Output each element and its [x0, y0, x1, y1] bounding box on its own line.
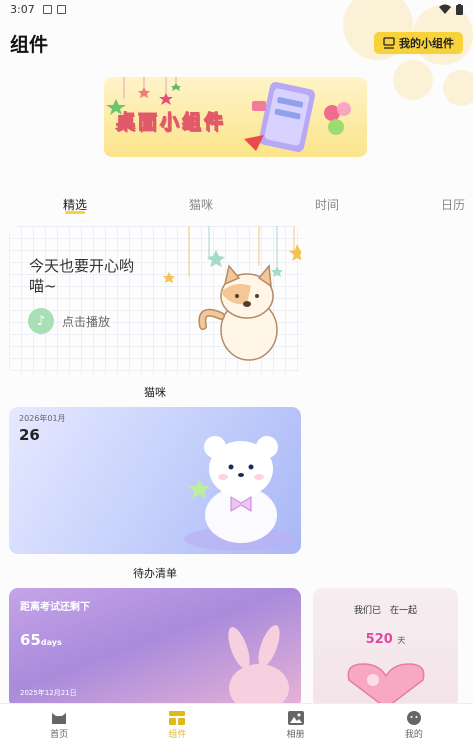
cat-widget-title: 今天也要开心哟 喵~: [29, 256, 134, 296]
app-notification-icon: [56, 4, 66, 14]
widget-box-icon: [383, 37, 395, 49]
exam-days-number: 65: [20, 631, 41, 649]
tab-calendar[interactable]: 日历: [441, 196, 465, 213]
bunny-illustration: [228, 625, 289, 708]
nav-home-label: 首页: [50, 729, 69, 740]
nav-home[interactable]: 首页: [0, 704, 118, 746]
todo-widget-card[interactable]: 2026年01月 26: [9, 407, 301, 554]
play-button[interactable]: ♪ 点击播放: [28, 308, 110, 334]
anniversary-number: 520: [365, 632, 393, 647]
exam-days-remaining: 65days: [20, 630, 62, 649]
nav-album[interactable]: 相册: [237, 704, 355, 746]
cat-face-icon: [51, 711, 67, 725]
exam-countdown-title: 距离考试还剩下: [20, 602, 90, 613]
exam-date: 2025年12月21日: [20, 689, 77, 697]
face-icon: [406, 710, 422, 725]
exam-countdown-card[interactable]: 距离考试还剩下 65days 2025年12月21日: [9, 588, 301, 708]
status-time: 3:07: [10, 2, 35, 16]
nav-album-label: 相册: [286, 729, 305, 740]
active-tab-indicator: [65, 211, 85, 214]
photo-icon: [287, 710, 304, 725]
nav-profile-label: 我的: [404, 729, 423, 740]
bottom-navigation: 首页 组件 相册 我的: [0, 703, 473, 746]
todo-widget-caption: 待办清单: [133, 567, 177, 580]
anniversary-card[interactable]: 我们已 在一起 520 天: [313, 588, 458, 708]
cat-widget-card[interactable]: 今天也要开心哟 喵~ ♪ 点击播放: [9, 226, 301, 374]
banner-text: 桌面小组件: [115, 110, 227, 133]
cat-illustration: [163, 226, 301, 361]
wifi-icon: [439, 4, 451, 14]
my-widgets-button[interactable]: 我的小组件: [374, 32, 463, 54]
heart-illustration: [347, 663, 425, 708]
todo-month: 2026年01月: [19, 414, 66, 423]
bear-illustration: [184, 436, 294, 551]
category-tabs: 精选 猫咪 时间 日历: [0, 192, 473, 218]
cat-widget-title-line2: 喵~: [29, 277, 57, 295]
nav-profile[interactable]: 我的: [355, 704, 473, 746]
todo-day: 26: [19, 426, 40, 444]
promo-banner[interactable]: 桌面小组件: [104, 77, 367, 157]
exam-days-unit: days: [40, 638, 62, 647]
status-bar: 3:07: [0, 0, 473, 18]
my-widgets-label: 我的小组件: [399, 37, 454, 50]
nav-widgets-label: 组件: [168, 729, 187, 740]
play-label: 点击播放: [62, 314, 111, 329]
anniversary-days: 520 天: [313, 632, 458, 647]
tab-cats[interactable]: 猫咪: [189, 196, 213, 213]
page-title: 组件: [10, 33, 49, 56]
battery-icon: [456, 3, 463, 15]
header: 组件 我的小组件: [10, 30, 463, 56]
anniversary-title: 我们已 在一起: [353, 606, 417, 616]
anniversary-unit: 天: [397, 636, 406, 645]
gallery-notification-icon: [42, 4, 52, 14]
tab-time[interactable]: 时间: [315, 196, 339, 213]
cat-widget-caption: 猫咪: [144, 386, 166, 399]
nav-widgets[interactable]: 组件: [118, 704, 236, 746]
widget-grid-icon: [169, 710, 186, 725]
music-note-icon: ♪: [28, 308, 54, 334]
cat-widget-title-line1: 今天也要开心哟: [29, 257, 135, 275]
